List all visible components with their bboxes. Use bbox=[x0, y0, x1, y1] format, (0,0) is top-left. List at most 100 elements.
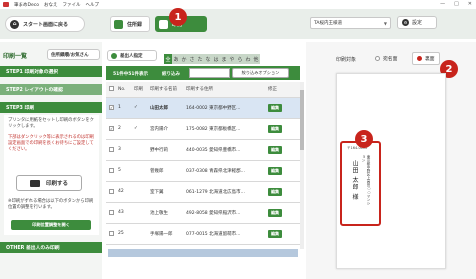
row-print-check[interactable] bbox=[134, 202, 150, 224]
row-name: 手塚陽一郎 bbox=[150, 223, 186, 245]
kana-tab[interactable]: や bbox=[228, 54, 236, 64]
step2-header[interactable]: STEP2 レイアウトの確認 bbox=[0, 84, 102, 95]
table-row[interactable]: 25 手塚陽一郎 077-0015 北海道留萌市... 編集 bbox=[106, 223, 300, 245]
checkbox[interactable] bbox=[109, 86, 114, 92]
table-row[interactable]: 3 野中行莉 440-0035 愛知県豊橋市... 編集 bbox=[106, 139, 300, 161]
table-row[interactable]: ✓ 2 ✓ 宮内陽介 175-0082 東京都板橋区... 編集 bbox=[106, 118, 300, 140]
row-name: 池上敬生 bbox=[150, 202, 186, 224]
row-checkbox[interactable]: ✓ bbox=[109, 125, 114, 131]
print-position-button[interactable]: 印刷位置調整を開く bbox=[11, 220, 91, 230]
row-no: 42 bbox=[118, 181, 134, 203]
row-name: 宮内陽介 bbox=[150, 118, 186, 140]
step3-header[interactable]: STEP3 印刷 bbox=[0, 102, 102, 113]
row-print-check[interactable] bbox=[134, 223, 150, 245]
row-no: 25 bbox=[118, 223, 134, 245]
kana-tab[interactable]: た bbox=[196, 54, 204, 64]
sender-address-box[interactable] bbox=[340, 141, 381, 226]
table-row[interactable]: 42 室下翼 061-1279 北海道北広島市... 編集 bbox=[106, 181, 300, 203]
edit-button[interactable]: 編集 bbox=[268, 124, 282, 133]
horizontal-scrollbar[interactable] bbox=[108, 249, 298, 257]
kana-tab[interactable]: ら bbox=[236, 54, 244, 64]
row-checkbox[interactable] bbox=[109, 167, 114, 173]
kana-tab[interactable]: か bbox=[180, 54, 188, 64]
edit-button[interactable]: 編集 bbox=[268, 187, 282, 196]
step3-description: プリンタに用紙をセットし印刷のボタンをクリックします。 bbox=[8, 118, 94, 130]
print-button[interactable]: 印刷する bbox=[16, 175, 82, 191]
close-icon[interactable]: ✕ bbox=[468, 1, 472, 7]
address-table: No. 印刷 印刷する名前 印刷する住所 修正 ✓ 1 ✓ 山田太郎 164-0… bbox=[106, 82, 300, 245]
address-book-icon bbox=[114, 19, 123, 29]
table-row[interactable]: ✓ 1 ✓ 山田太郎 164-0002 東京都中野区... 編集 bbox=[106, 97, 300, 119]
row-checkbox[interactable] bbox=[109, 188, 114, 194]
print-button-label: 印刷する bbox=[45, 181, 68, 187]
maximize-icon[interactable]: □ bbox=[454, 1, 459, 7]
row-address: 440-0035 愛知県豊橋市... bbox=[186, 139, 268, 161]
edit-button[interactable]: 編集 bbox=[268, 208, 282, 217]
kana-tab[interactable]: は bbox=[212, 54, 220, 64]
menu-item-help[interactable]: ヘルプ bbox=[85, 2, 99, 8]
back-to-start-button[interactable]: ⌂ スタート画面に戻る bbox=[5, 16, 85, 32]
kana-tab[interactable]: ま bbox=[220, 54, 228, 64]
preview-address: 東京都中野区上高田○○マンション bbox=[362, 155, 371, 205]
radio-address-side[interactable]: 宛名面 bbox=[371, 53, 401, 64]
radio-icon bbox=[417, 56, 422, 61]
sender-select-button[interactable]: 差出人指定 bbox=[107, 50, 157, 61]
kana-tab[interactable]: な bbox=[204, 54, 212, 64]
kana-tab[interactable]: 他 bbox=[252, 54, 260, 64]
back-to-start-label: スタート画面に戻る bbox=[23, 21, 69, 28]
kana-tab[interactable]: さ bbox=[188, 54, 196, 64]
header-select-all[interactable] bbox=[106, 82, 118, 98]
row-no: 1 bbox=[118, 97, 134, 119]
printer-select[interactable]: TA桜内王様道 ▼ bbox=[310, 17, 391, 29]
menu-item[interactable]: おなえ bbox=[44, 2, 58, 8]
radio-back-side[interactable]: 裏面 bbox=[412, 52, 440, 65]
row-checkbox[interactable]: ✓ bbox=[109, 104, 114, 110]
row-checkbox[interactable] bbox=[109, 209, 114, 215]
header-address: 印刷する住所 bbox=[186, 82, 268, 98]
row-address: 061-1279 北海道北広島市... bbox=[186, 181, 268, 203]
callout-marker-3: 3 bbox=[355, 130, 373, 148]
scrollbar-thumb[interactable] bbox=[300, 90, 304, 150]
kana-tab[interactable]: あ bbox=[172, 54, 180, 64]
sort-order-button[interactable]: 住所録順/お気さん bbox=[47, 49, 100, 60]
record-count: 51件中51件表示 bbox=[113, 72, 149, 77]
kana-tab[interactable]: わ bbox=[244, 54, 252, 64]
header-print: 印刷 bbox=[134, 82, 150, 98]
row-print-check[interactable] bbox=[134, 160, 150, 182]
minimize-icon[interactable]: — bbox=[440, 1, 445, 7]
tab-address-book-label: 住所録 bbox=[127, 21, 143, 28]
callout-marker-1: 1 bbox=[169, 8, 187, 26]
row-name: 野中行莉 bbox=[150, 139, 186, 161]
kana-tab[interactable]: 全 bbox=[164, 54, 172, 64]
edit-button[interactable]: 編集 bbox=[268, 145, 282, 154]
chevron-down-icon: ▼ bbox=[383, 21, 387, 26]
narrow-input[interactable] bbox=[189, 68, 230, 78]
other-sender-only[interactable]: OTHER 差出人のみ印刷 bbox=[0, 242, 102, 253]
row-print-check[interactable] bbox=[134, 139, 150, 161]
table-header: No. 印刷 印刷する名前 印刷する住所 修正 bbox=[106, 82, 300, 98]
row-print-check[interactable]: ✓ bbox=[134, 97, 150, 119]
edit-button[interactable]: 編集 bbox=[268, 229, 282, 238]
row-address: 164-0002 東京都中野区... bbox=[186, 97, 268, 119]
step3-warning: 下部はダンクリック等に表示されるのは印刷設定画面での印刷を長くお待ちにご設定して… bbox=[8, 135, 94, 153]
edit-button[interactable]: 編集 bbox=[268, 103, 282, 112]
row-no: 43 bbox=[118, 202, 134, 224]
row-checkbox[interactable] bbox=[109, 230, 114, 236]
table-row[interactable]: 5 菅幾郎 037-0308 青森県北津軽郡... 編集 bbox=[106, 160, 300, 182]
row-checkbox[interactable] bbox=[109, 146, 114, 152]
menu-item-file[interactable]: ファイル bbox=[62, 2, 80, 8]
settings-button[interactable]: ⚙ 設定 bbox=[397, 16, 437, 29]
row-print-check[interactable] bbox=[134, 181, 150, 203]
row-name: 山田太郎 bbox=[150, 97, 186, 119]
tab-address-book[interactable]: 住所録 bbox=[110, 16, 150, 32]
row-address: 492-8058 愛知県稲沢市... bbox=[186, 202, 268, 224]
printer-icon bbox=[29, 179, 40, 187]
person-icon bbox=[111, 52, 117, 59]
narrow-options-button[interactable]: 絞り込みオプション bbox=[232, 68, 289, 78]
table-row[interactable]: 43 池上敬生 492-8058 愛知県稲沢市... 編集 bbox=[106, 202, 300, 224]
edit-button[interactable]: 編集 bbox=[268, 166, 282, 175]
settings-label: 設定 bbox=[412, 20, 423, 26]
window-controls: — □ ✕ bbox=[440, 1, 472, 7]
step1-header[interactable]: STEP1 印刷対象の選択 bbox=[0, 66, 102, 77]
row-print-check[interactable]: ✓ bbox=[134, 118, 150, 140]
